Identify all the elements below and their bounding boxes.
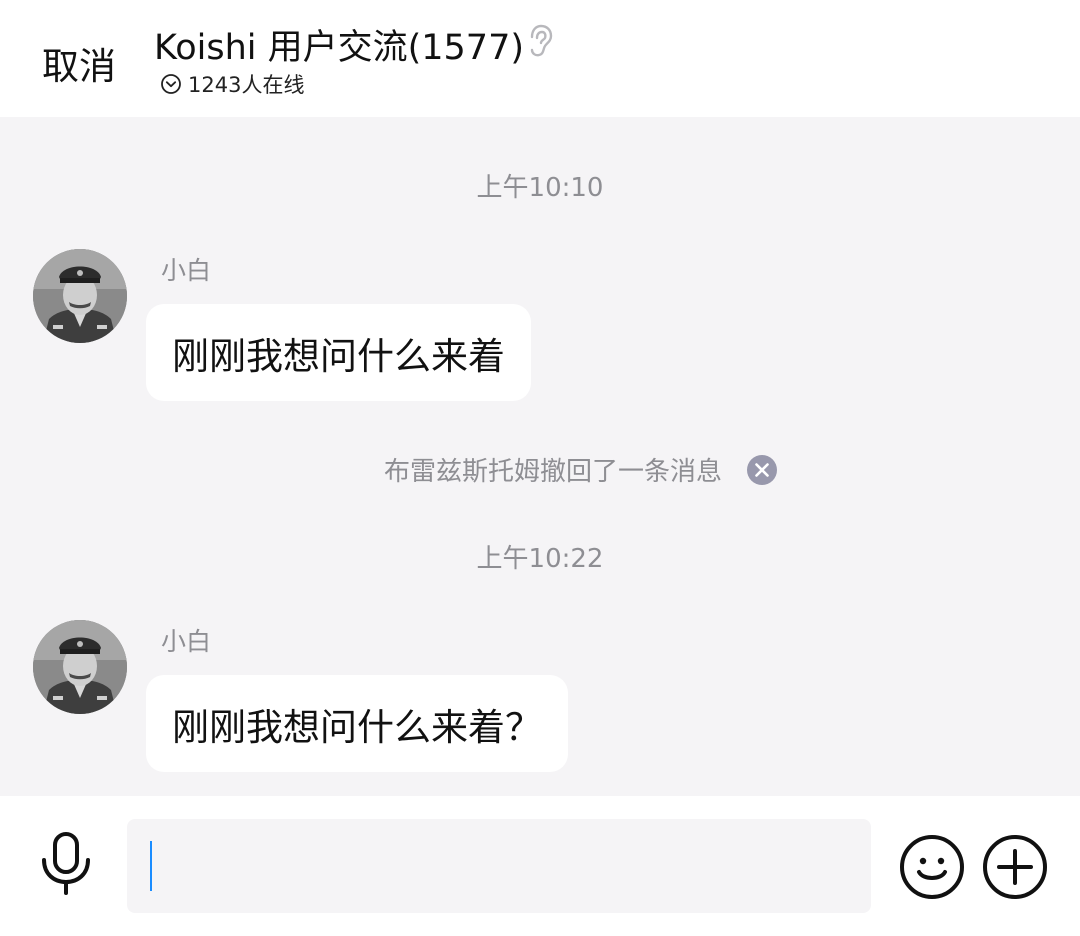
message-bubble[interactable]: 刚刚我想问什么来着: [146, 304, 531, 401]
message-list[interactable]: 上午10:10 小白 刚刚我想问什么来着 布雷兹斯托姆撤回了一条消息 上午10:…: [0, 117, 1080, 796]
recall-notice: 布雷兹斯托姆撤回了一条消息: [0, 451, 1080, 488]
recall-text: 布雷兹斯托姆撤回了一条消息: [383, 457, 722, 487]
ear-icon[interactable]: [524, 23, 556, 59]
chat-header: 取消 Koishi 用户交流(1577) 1243人在线: [0, 0, 1080, 117]
emoji-icon[interactable]: [899, 834, 965, 900]
group-title[interactable]: Koishi 用户交流(1577): [154, 19, 524, 70]
avatar[interactable]: [33, 620, 127, 714]
close-circle-icon[interactable]: [746, 454, 778, 486]
chat-screen: 取消 Koishi 用户交流(1577) 1243人在线 上午10:10 小白 …: [0, 0, 1080, 936]
online-count: 1243人在线: [188, 73, 305, 97]
plus-icon[interactable]: [982, 834, 1048, 900]
chevron-down-circle-icon: [161, 74, 181, 94]
time-separator: 上午10:10: [476, 173, 604, 203]
sender-name: 小白: [161, 627, 212, 656]
message-input[interactable]: [127, 819, 871, 913]
input-bar: [0, 796, 1080, 936]
sender-name: 小白: [161, 256, 212, 285]
cancel-button[interactable]: 取消: [42, 36, 116, 90]
avatar[interactable]: [33, 249, 127, 343]
microphone-icon[interactable]: [38, 830, 94, 896]
message-bubble[interactable]: 刚刚我想问什么来着？: [146, 675, 568, 772]
online-status[interactable]: 1243人在线: [160, 70, 304, 98]
time-separator: 上午10:22: [476, 544, 604, 574]
text-caret: [150, 841, 152, 891]
